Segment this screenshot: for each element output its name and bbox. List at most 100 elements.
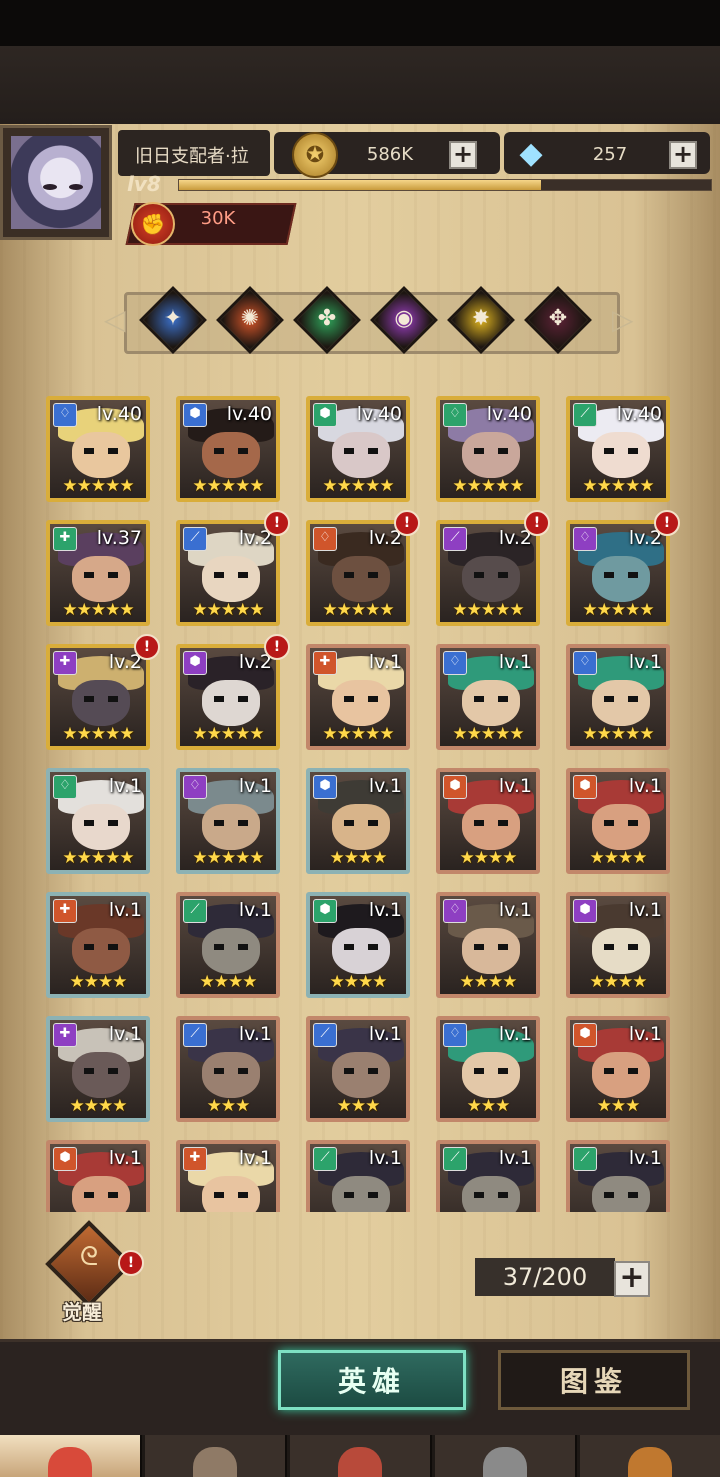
hero-card[interactable]: ⟋ lv.2 ★★★★★ bbox=[436, 520, 540, 626]
hero-portrait-icon bbox=[48, 1447, 92, 1477]
hero-card[interactable]: ♢ lv.40 ★★★★★ bbox=[436, 396, 540, 502]
hero-level: lv.1 bbox=[498, 775, 532, 797]
hero-card[interactable]: ⬢ lv.1 ★★★★ bbox=[566, 768, 670, 874]
hero-card[interactable]: ⬢ lv.1 bbox=[46, 1140, 150, 1212]
arrow-right-icon[interactable]: ▷ bbox=[612, 303, 634, 336]
add-gold-button[interactable]: + bbox=[449, 141, 477, 169]
hero-level: lv.40 bbox=[226, 403, 272, 425]
hero-class-icon: ⬢ bbox=[573, 1023, 597, 1047]
hero-stars: ★★★★★ bbox=[582, 600, 654, 620]
hero-card[interactable]: ⬢ lv.2 ★★★★★ bbox=[176, 644, 280, 750]
hero-card[interactable]: ⟋ lv.1 ★★★ bbox=[176, 1016, 280, 1122]
player-level: lv8 bbox=[127, 172, 161, 196]
hero-card[interactable]: ✚ lv.2 ★★★★★ bbox=[46, 644, 150, 750]
arrow-left-icon[interactable]: ◁ bbox=[104, 303, 126, 336]
hero-class-icon: ⟋ bbox=[573, 1147, 597, 1171]
hero-face bbox=[332, 432, 390, 478]
alert-badge: ! bbox=[264, 634, 290, 660]
diamond-icon: ◆ bbox=[519, 135, 543, 171]
hero-card[interactable]: ♢ lv.1 ★★★★ bbox=[436, 892, 540, 998]
hero-stars: ★★★★ bbox=[69, 972, 128, 992]
header-panel bbox=[0, 46, 720, 124]
hero-level: lv.37 bbox=[96, 527, 142, 549]
hero-card[interactable]: ♢ lv.1 ★★★★★ bbox=[176, 768, 280, 874]
player-avatar[interactable] bbox=[0, 125, 112, 240]
tab-heroes[interactable]: 英雄 bbox=[278, 1350, 466, 1410]
hero-card[interactable]: ⬢ lv.40 ★★★★★ bbox=[306, 396, 410, 502]
add-diamond-button[interactable]: + bbox=[669, 141, 697, 169]
hero-level: lv.40 bbox=[356, 403, 402, 425]
hero-card[interactable]: ⟋ lv.40 ★★★★★ bbox=[566, 396, 670, 502]
expand-capacity-button[interactable]: + bbox=[614, 1261, 650, 1297]
hero-card[interactable]: ♢ lv.1 ★★★★★ bbox=[436, 644, 540, 750]
hero-card[interactable]: ⬢ lv.1 ★★★★ bbox=[306, 892, 410, 998]
hero-class-icon: ⟋ bbox=[313, 1023, 337, 1047]
hero-eyes bbox=[474, 944, 508, 950]
nav-shop[interactable] bbox=[580, 1435, 720, 1477]
hero-card[interactable]: ♢ lv.2 ★★★★★ bbox=[566, 520, 670, 626]
hero-card[interactable]: ♢ lv.2 ★★★★★ bbox=[306, 520, 410, 626]
hero-card[interactable]: ♢ lv.1 ★★★★★ bbox=[566, 644, 670, 750]
hero-card[interactable]: ✚ lv.1 ★★★★ bbox=[46, 1016, 150, 1122]
hero-card[interactable]: ⟋ lv.1 ★★★★ bbox=[176, 892, 280, 998]
hero-class-icon: ⬢ bbox=[313, 775, 337, 799]
nav-castle[interactable] bbox=[435, 1435, 577, 1477]
hero-face bbox=[592, 1052, 650, 1098]
hero-face bbox=[332, 928, 390, 974]
hero-eyes bbox=[84, 944, 118, 950]
hero-class-icon: ♢ bbox=[443, 403, 467, 427]
hero-stars: ★★★★★ bbox=[62, 724, 134, 744]
hero-card[interactable]: ⬢ lv.1 ★★★★ bbox=[306, 768, 410, 874]
hero-level: lv.1 bbox=[368, 651, 402, 673]
hero-card[interactable]: ⟋ lv.1 ★★★ bbox=[306, 1016, 410, 1122]
hero-card[interactable]: ⟋ lv.1 bbox=[306, 1140, 410, 1212]
hero-class-icon: ♢ bbox=[183, 775, 207, 799]
hero-level: lv.1 bbox=[238, 775, 272, 797]
hero-class-icon: ✚ bbox=[53, 1023, 77, 1047]
fist-icon: ✊ bbox=[131, 202, 175, 246]
nav-guild[interactable] bbox=[145, 1435, 287, 1477]
hero-eyes bbox=[474, 448, 508, 454]
hero-card[interactable]: ⟋ lv.2 ★★★★★ bbox=[176, 520, 280, 626]
hero-card[interactable]: ⬢ lv.1 ★★★★ bbox=[566, 892, 670, 998]
hero-card[interactable]: ⬢ lv.1 ★★★★ bbox=[436, 768, 540, 874]
hero-card[interactable]: ⟋ lv.1 bbox=[566, 1140, 670, 1212]
hero-stars: ★★★★★ bbox=[322, 724, 394, 744]
hero-stars: ★★★ bbox=[206, 1096, 251, 1116]
hero-stars: ★★★★★ bbox=[582, 724, 654, 744]
hero-card[interactable]: ♢ lv.40 ★★★★★ bbox=[46, 396, 150, 502]
hero-eyes bbox=[604, 448, 638, 454]
hero-eyes bbox=[604, 696, 638, 702]
hero-card[interactable]: ⬢ lv.40 ★★★★★ bbox=[176, 396, 280, 502]
hero-card[interactable]: ✚ lv.1 bbox=[176, 1140, 280, 1212]
hero-face bbox=[462, 1052, 520, 1098]
hero-card[interactable]: ✚ lv.1 ★★★★★ bbox=[306, 644, 410, 750]
hero-card[interactable]: ♢ lv.1 ★★★ bbox=[436, 1016, 540, 1122]
hero-stars: ★★★★ bbox=[589, 972, 648, 992]
diamond-amount: 257 bbox=[592, 144, 628, 165]
hero-class-icon: ♢ bbox=[443, 899, 467, 923]
hero-level: lv.1 bbox=[238, 899, 272, 921]
hero-class-icon: ♢ bbox=[443, 1023, 467, 1047]
hero-class-icon: ✚ bbox=[53, 899, 77, 923]
hero-face bbox=[202, 680, 260, 726]
hero-class-icon: ⟋ bbox=[183, 527, 207, 551]
alert-badge: ! bbox=[264, 510, 290, 536]
alert-badge: ! bbox=[524, 510, 550, 536]
hero-stars: ★★★★★ bbox=[192, 724, 264, 744]
hero-level: lv.1 bbox=[498, 1147, 532, 1169]
hero-card[interactable]: ⬢ lv.1 ★★★ bbox=[566, 1016, 670, 1122]
hero-card[interactable]: ⟋ lv.1 bbox=[436, 1140, 540, 1212]
hero-level: lv.1 bbox=[108, 1147, 142, 1169]
hero-stars: ★★★★★ bbox=[192, 848, 264, 868]
tab-codex[interactable]: 图鉴 bbox=[498, 1350, 690, 1410]
hero-eyes bbox=[604, 820, 638, 826]
nav-battle[interactable] bbox=[290, 1435, 432, 1477]
hero-card[interactable]: ✚ lv.1 ★★★★ bbox=[46, 892, 150, 998]
hero-stars: ★★★★ bbox=[329, 848, 388, 868]
hero-face bbox=[72, 804, 130, 850]
nav-heroes[interactable] bbox=[0, 1435, 142, 1477]
hero-card[interactable]: ✚ lv.37 ★★★★★ bbox=[46, 520, 150, 626]
hero-card[interactable]: ♢ lv.1 ★★★★★ bbox=[46, 768, 150, 874]
hero-class-icon: ⟋ bbox=[443, 527, 467, 551]
